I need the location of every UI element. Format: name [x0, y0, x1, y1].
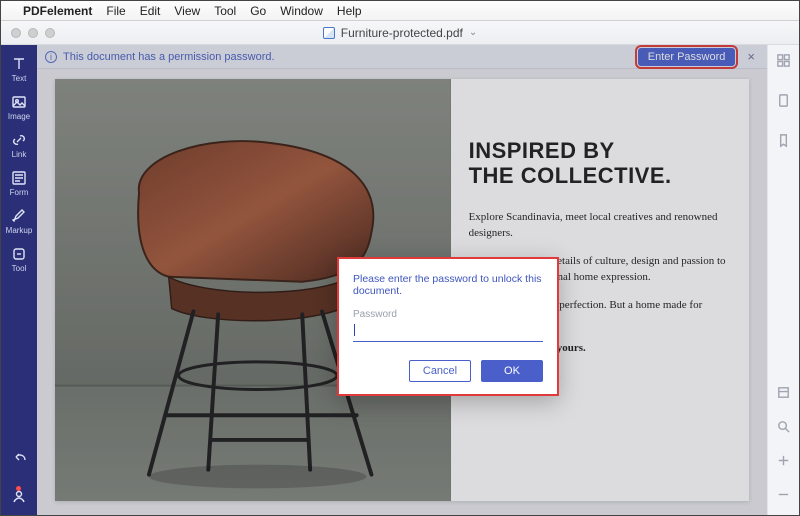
menu-tool[interactable]: Tool [214, 4, 236, 18]
bookmark-icon [776, 133, 791, 148]
tool-text[interactable]: Text [1, 56, 37, 83]
tool-markup[interactable]: Markup [1, 208, 37, 235]
tool-form-label: Form [10, 188, 29, 197]
document-title-text: Furniture-protected.pdf [341, 26, 463, 40]
close-banner-button[interactable]: × [743, 47, 759, 66]
password-field-label: Password [353, 309, 543, 320]
text-caret-icon [354, 324, 355, 336]
menu-app[interactable]: PDFelement [23, 4, 92, 18]
sidebar-account[interactable] [11, 488, 27, 509]
notification-badge-icon [16, 486, 21, 491]
more-panel[interactable] [776, 487, 791, 507]
document-title: Furniture-protected.pdf ⌄ [1, 26, 799, 40]
chevron-down-icon[interactable]: ⌄ [469, 27, 477, 38]
permission-banner: i This document has a permission passwor… [37, 45, 767, 69]
window-close-icon[interactable] [11, 28, 21, 38]
page-heading-line1: INSPIRED BY [469, 138, 615, 163]
tool-link-label: Link [12, 150, 27, 159]
plus-icon [776, 453, 791, 468]
sidebar-undo[interactable] [11, 449, 27, 470]
mac-menubar: PDFelement File Edit View Tool Go Window… [1, 1, 799, 21]
page-heading: INSPIRED BY THE COLLECTIVE. [469, 139, 729, 188]
tool-icon [11, 246, 27, 262]
password-dialog: Please enter the password to unlock this… [337, 257, 559, 396]
markup-icon [11, 208, 27, 224]
grid-icon [776, 53, 791, 68]
pdf-doc-icon [323, 27, 335, 39]
traffic-lights [11, 28, 55, 38]
right-sidebar [767, 45, 799, 515]
info-icon: i [45, 51, 57, 63]
enter-password-button[interactable]: Enter Password [638, 48, 736, 66]
tool-image[interactable]: Image [1, 94, 37, 121]
page-para-1: Explore Scandinavia, meet local creative… [469, 210, 729, 242]
page-icon [776, 93, 791, 108]
search-panel[interactable] [776, 419, 791, 439]
ok-button[interactable]: OK [481, 360, 543, 382]
permission-banner-text: This document has a permission password. [63, 51, 275, 63]
menu-view[interactable]: View [174, 4, 200, 18]
add-panel[interactable] [776, 453, 791, 473]
cancel-button[interactable]: Cancel [409, 360, 471, 382]
left-sidebar: Text Image Link Form Markup Tool [1, 45, 37, 515]
tool-image-label: Image [8, 112, 30, 121]
search-icon [776, 419, 791, 434]
link-icon [11, 132, 27, 148]
app-frame: PDFelement File Edit View Tool Go Window… [0, 0, 800, 516]
tool-link[interactable]: Link [1, 132, 37, 159]
panel-bookmarks[interactable] [776, 133, 791, 153]
minus-icon [776, 487, 791, 502]
window-titlebar: Furniture-protected.pdf ⌄ [1, 21, 799, 45]
window-zoom-icon[interactable] [45, 28, 55, 38]
text-icon [11, 56, 27, 72]
tool-markup-label: Markup [6, 226, 33, 235]
window-minimize-icon[interactable] [28, 28, 38, 38]
tool-form[interactable]: Form [1, 170, 37, 197]
doc-properties[interactable] [776, 385, 791, 405]
password-input[interactable] [353, 324, 543, 342]
menu-help[interactable]: Help [337, 4, 362, 18]
tool-text-label: Text [12, 74, 27, 83]
undo-icon [11, 449, 27, 465]
panel-pages[interactable] [776, 93, 791, 113]
tool-tool-label: Tool [12, 264, 27, 273]
menu-window[interactable]: Window [280, 4, 323, 18]
properties-icon [776, 385, 791, 400]
menu-edit[interactable]: Edit [140, 4, 161, 18]
page-heading-line2: THE COLLECTIVE. [469, 163, 672, 188]
menu-go[interactable]: Go [250, 4, 266, 18]
tool-tool[interactable]: Tool [1, 246, 37, 273]
password-dialog-title: Please enter the password to unlock this… [353, 273, 543, 297]
document-viewport: i This document has a permission passwor… [37, 45, 767, 515]
image-icon [11, 94, 27, 110]
panel-thumbnails[interactable] [776, 53, 791, 73]
form-icon [11, 170, 27, 186]
dialog-button-row: Cancel OK [353, 360, 543, 382]
menu-file[interactable]: File [106, 4, 125, 18]
